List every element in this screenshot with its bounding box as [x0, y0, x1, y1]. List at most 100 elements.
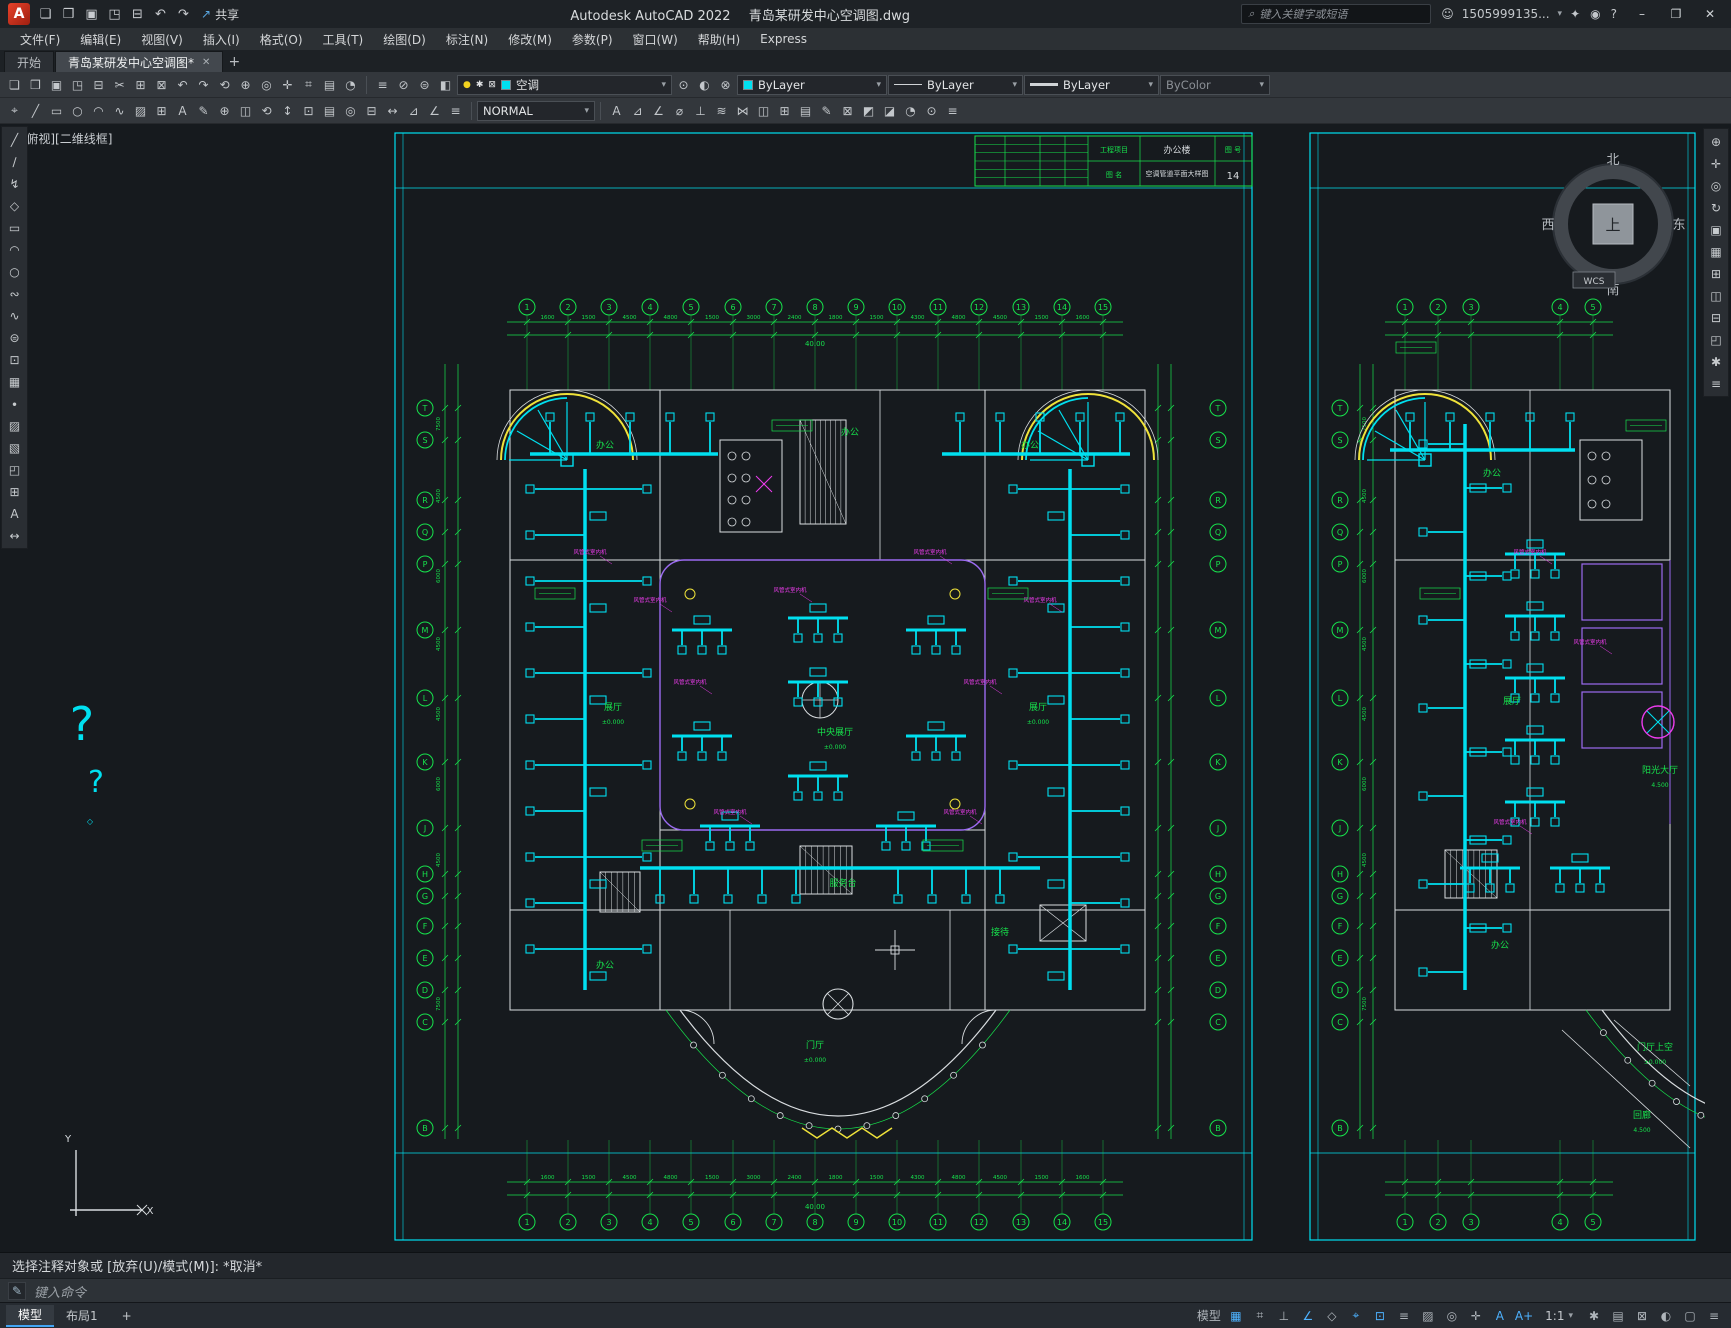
minimize-button[interactable]: – — [1625, 2, 1659, 26]
cut-icon[interactable]: ✂ — [109, 74, 130, 96]
layer-off-icon[interactable]: ⊘ — [393, 74, 414, 96]
text-icon[interactable]: A — [172, 100, 193, 122]
line-tool-icon[interactable]: ╱ — [4, 129, 26, 150]
trim-icon[interactable]: ⊟ — [361, 100, 382, 122]
menu-item[interactable]: 视图(V) — [131, 29, 193, 50]
lineweight-dropdown[interactable]: ByLayer ▾ — [1024, 74, 1159, 95]
menu-item[interactable]: 格式(O) — [250, 29, 313, 50]
point-tool-icon[interactable]: ∙ — [4, 393, 26, 414]
annotation-visibility-toggle[interactable]: A — [1489, 1305, 1511, 1327]
isometric-drafting-toggle[interactable]: ◇ — [1321, 1305, 1343, 1327]
rectangle-tool-icon[interactable]: ▭ — [4, 217, 26, 238]
orbit-tool-icon[interactable]: ↻ — [1705, 197, 1727, 218]
osnap-settings-icon[interactable]: ⌖ — [4, 100, 25, 122]
menu-item[interactable]: 工具(T) — [313, 29, 374, 50]
copy-icon[interactable]: ⊞ — [130, 74, 151, 96]
menu-item[interactable]: 参数(P) — [562, 29, 623, 50]
edit-icon[interactable]: ✎ — [193, 100, 214, 122]
tab-close-icon[interactable]: ✕ — [202, 57, 210, 68]
model-tab[interactable]: 模型 — [6, 1304, 55, 1327]
quick-properties-icon[interactable]: ▤ — [1607, 1305, 1629, 1327]
new-tab-button[interactable]: + — [224, 52, 244, 72]
snap-grid-icon[interactable]: ⌗ — [298, 74, 319, 96]
scale-icon[interactable]: ↕ — [277, 100, 298, 122]
object-snap-toggle[interactable]: ⊡ — [1369, 1305, 1391, 1327]
redo-tool-icon[interactable]: ↷ — [193, 74, 214, 96]
transparency-toggle[interactable]: ▨ — [1417, 1305, 1439, 1327]
polyline-tool-icon[interactable]: ↯ — [4, 173, 26, 194]
layer-dropdown[interactable]: ● ✱ ⊠ 空调 ▾ — [457, 74, 672, 95]
view-manager-icon[interactable]: ◰ — [1705, 329, 1727, 350]
add-layout-button[interactable]: + — [110, 1305, 144, 1327]
leader-icon[interactable]: ≋ — [711, 100, 732, 122]
open-file-icon[interactable]: ❒ — [25, 74, 46, 96]
mirror-icon[interactable]: ◫ — [235, 100, 256, 122]
help-icon[interactable]: ? — [1611, 7, 1617, 21]
regen-icon[interactable]: ⟲ — [214, 74, 235, 96]
angular-dim-icon[interactable]: ∠ — [648, 100, 669, 122]
saveas-icon[interactable]: ◳ — [67, 74, 88, 96]
ellipse-tool-icon[interactable]: ⊜ — [4, 327, 26, 348]
arc-tool-icon[interactable]: ◠ — [4, 239, 26, 260]
object-snap-tracking-toggle[interactable]: ⌖ — [1345, 1305, 1367, 1327]
plot-icon[interactable]: ⊟ — [126, 3, 149, 25]
notifications-icon[interactable]: ◉ — [1590, 7, 1600, 21]
region-tool-icon[interactable]: ◰ — [4, 459, 26, 480]
zoom-tool-icon[interactable]: ◎ — [1705, 175, 1727, 196]
region-icon[interactable]: ◩ — [858, 100, 879, 122]
selection-cycling-toggle[interactable]: ◎ — [1441, 1305, 1463, 1327]
line-icon[interactable]: ╱ — [25, 100, 46, 122]
mtext-icon[interactable]: A — [606, 100, 627, 122]
layer-isolate-icon[interactable]: ⊜ — [414, 74, 435, 96]
gizmo-toggle[interactable]: ✛ — [1465, 1305, 1487, 1327]
paste-icon[interactable]: ⊠ — [151, 74, 172, 96]
multileader-icon[interactable]: ⋈ — [732, 100, 753, 122]
menu-item[interactable]: 文件(F) — [10, 29, 70, 50]
layer-properties-icon[interactable]: ≡ — [372, 74, 393, 96]
properties-palette-icon[interactable]: ⊞ — [1705, 263, 1727, 284]
insert-table-icon[interactable]: ⊞ — [774, 100, 795, 122]
wipeout-icon[interactable]: ⊠ — [837, 100, 858, 122]
menu-item[interactable]: 窗口(W) — [623, 29, 688, 50]
layer-manager-icon[interactable]: ⊟ — [1705, 307, 1727, 328]
dimension-tool-icon[interactable]: ↔ — [4, 525, 26, 546]
layer-state-icon[interactable]: ⊙ — [673, 74, 694, 96]
new-drawing-icon[interactable]: ❏ — [34, 3, 57, 25]
xline-tool-icon[interactable]: ∕ — [4, 151, 26, 172]
hatch-icon[interactable]: ▨ — [130, 100, 151, 122]
cart-icon[interactable]: ✦ — [1570, 7, 1580, 21]
pan-icon[interactable]: ✛ — [277, 74, 298, 96]
save-as-icon[interactable]: ◳ — [103, 3, 126, 25]
close-button[interactable]: ✕ — [1693, 2, 1727, 26]
command-input-row[interactable]: ✎ 键入命令 — [0, 1278, 1731, 1303]
tab-document[interactable]: 青岛某研发中心空调图* ✕ — [55, 51, 224, 72]
tab-start[interactable]: 开始 — [4, 51, 55, 72]
perpendicular-icon[interactable]: ⊥ — [690, 100, 711, 122]
field-icon[interactable]: ▤ — [795, 100, 816, 122]
qsave-icon[interactable]: ▣ — [46, 74, 67, 96]
user-account-icon[interactable]: ☺ — [1441, 7, 1454, 21]
snap-mode-toggle[interactable]: ⌗ — [1249, 1305, 1271, 1327]
clean-screen-icon[interactable]: ▢ — [1679, 1305, 1701, 1327]
autocad-logo[interactable]: A — [8, 3, 30, 25]
viewport-icon[interactable]: ◫ — [753, 100, 774, 122]
properties-icon[interactable]: ≡ — [942, 100, 963, 122]
ortho-mode-toggle[interactable]: ⊥ — [1273, 1305, 1295, 1327]
revcloud-tool-icon[interactable]: ∾ — [4, 283, 26, 304]
cad-drawing[interactable]: 工程项目 办公楼图 名空调管道平面大样图图 号141122334455667788… — [30, 124, 1705, 1252]
hatch-tool-icon[interactable]: ▨ — [4, 415, 26, 436]
sheet-set-manager-icon[interactable]: ◫ — [1705, 285, 1727, 306]
menu-item[interactable]: Express — [750, 30, 817, 48]
match-properties-icon[interactable]: ≡ — [445, 100, 466, 122]
undo-icon[interactable]: ↶ — [149, 3, 172, 25]
show-motion-icon[interactable]: ▣ — [1705, 219, 1727, 240]
navigation-wheel-icon[interactable]: ⊕ — [1705, 131, 1727, 152]
annotation-autoscale-toggle[interactable]: A+ — [1513, 1305, 1535, 1327]
layout1-tab[interactable]: 布局1 — [54, 1305, 110, 1327]
make-block-tool-icon[interactable]: ▦ — [4, 371, 26, 392]
fillet-icon[interactable]: ∠ — [424, 100, 445, 122]
orbit-icon[interactable]: ◔ — [340, 74, 361, 96]
zoom-window-icon[interactable]: ◎ — [256, 74, 277, 96]
layer-previous-icon[interactable]: ⊗ — [715, 74, 736, 96]
grid-display-toggle[interactable]: ▦ — [1225, 1305, 1247, 1327]
